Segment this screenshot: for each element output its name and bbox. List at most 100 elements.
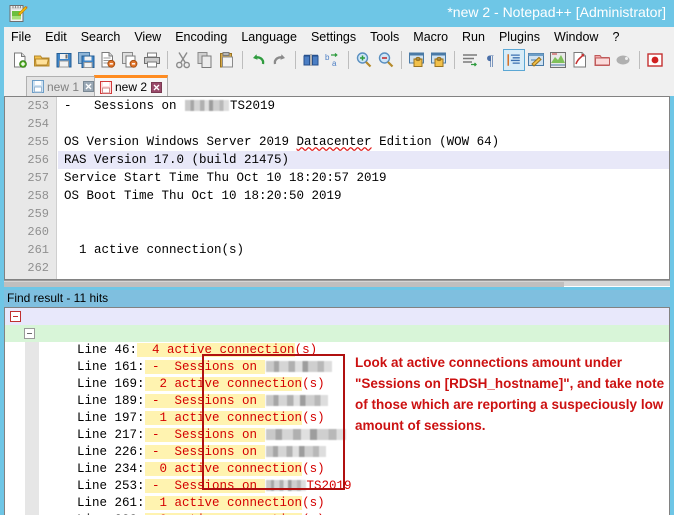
- hit-prefix: -: [144, 445, 175, 459]
- undo-icon[interactable]: [247, 49, 269, 71]
- new-file-icon[interactable]: [9, 49, 31, 71]
- menu-item-run[interactable]: Run: [455, 28, 492, 47]
- line-reference: Line 226:: [77, 445, 145, 459]
- find-result-search-row[interactable]: Search "(Sessions on|active connection)"…: [5, 308, 669, 357]
- text-editor[interactable]: 253 254 255 256 257 258 259 260 261 262 …: [4, 96, 670, 280]
- scrollbar-thumb[interactable]: [4, 282, 564, 287]
- line-reference: Line 197:: [77, 411, 145, 425]
- hit-tail: (s): [294, 343, 318, 357]
- tab-new-2[interactable]: new 2: [94, 75, 169, 96]
- word-wrap-icon[interactable]: [459, 49, 481, 71]
- zoom-out-icon[interactable]: [375, 49, 397, 71]
- menu-item-help[interactable]: ?: [605, 28, 626, 47]
- find-result-row[interactable]: Line 261: 1 active connection(s): [5, 495, 669, 512]
- menu-item-file[interactable]: File: [4, 28, 38, 47]
- line-number: 254: [27, 117, 49, 131]
- close-all-files-icon[interactable]: [119, 49, 141, 71]
- hit-prefix: -: [144, 394, 175, 408]
- hit-prefix: -: [144, 428, 175, 442]
- hit-tail: TS2019: [306, 479, 352, 493]
- misspelled-word: Datacenter: [296, 135, 372, 149]
- line-number: 253: [27, 99, 49, 113]
- separator-7: [639, 51, 640, 69]
- hit-text: active connection: [174, 496, 303, 510]
- redacted-hostname: [265, 361, 332, 373]
- hit-prefix: 1: [144, 411, 175, 425]
- show-all-characters-icon[interactable]: ¶: [481, 49, 503, 71]
- record-macro-icon[interactable]: [644, 49, 666, 71]
- hit-text: Sessions on: [174, 445, 265, 459]
- hit-prefix: -: [144, 360, 175, 374]
- line-number: 262: [27, 261, 49, 275]
- menu-item-settings[interactable]: Settings: [304, 28, 363, 47]
- hit-prefix: 4: [137, 343, 168, 357]
- row-stripe: [25, 444, 39, 461]
- code-line: Service Start Time Thu Oct 10 18:20:57 2…: [64, 171, 387, 185]
- sync-horizontal-scroll-icon[interactable]: [428, 49, 450, 71]
- menu-item-window[interactable]: Window: [547, 28, 605, 47]
- redacted-hostname: [185, 100, 230, 112]
- line-reference: Line 261:: [77, 496, 145, 510]
- notepad-plus-plus-window: *new 2 - Notepad++ [Administrator] File …: [0, 0, 674, 515]
- tab-new-1[interactable]: new 1: [26, 76, 101, 96]
- redacted-hostname: [265, 446, 326, 458]
- monitoring-icon[interactable]: [613, 49, 635, 71]
- save-icon[interactable]: [53, 49, 75, 71]
- print-icon[interactable]: [141, 49, 163, 71]
- show-indent-guide-icon[interactable]: [503, 49, 525, 71]
- hit-prefix: 1: [144, 496, 175, 510]
- copy-icon[interactable]: [194, 49, 216, 71]
- replace-icon[interactable]: b a: [322, 49, 344, 71]
- menu-item-encoding[interactable]: Encoding: [168, 28, 234, 47]
- code-line: - Sessions on TS2019: [58, 97, 669, 115]
- find-result-file-row[interactable]: new 2 (11 hits): [5, 325, 669, 374]
- menu-bar: File Edit Search View Encoding Language …: [4, 27, 674, 47]
- code-area[interactable]: - Sessions on TS2019 OS Version Windows …: [58, 97, 669, 279]
- user-defined-dialog-icon[interactable]: [525, 49, 547, 71]
- function-list-icon[interactable]: [569, 49, 591, 71]
- close-icon[interactable]: [83, 81, 95, 92]
- menu-item-view[interactable]: View: [127, 28, 168, 47]
- tool-bar: b a ¶: [4, 47, 674, 73]
- redo-icon[interactable]: [269, 49, 291, 71]
- menu-item-tools[interactable]: Tools: [363, 28, 406, 47]
- find-result-row[interactable]: Line 226: - Sessions on: [5, 444, 669, 461]
- editor-horizontal-scrollbar[interactable]: [4, 280, 670, 287]
- row-stripe: [25, 376, 39, 393]
- collapse-toggle-search[interactable]: [10, 311, 21, 322]
- hit-text: Sessions on: [174, 479, 265, 493]
- menu-item-plugins[interactable]: Plugins: [492, 28, 547, 47]
- row-stripe: [25, 427, 39, 444]
- save-all-icon[interactable]: [75, 49, 97, 71]
- window-title: *new 2 - Notepad++ [Administrator]: [447, 4, 666, 20]
- menu-item-language[interactable]: Language: [234, 28, 304, 47]
- find-result-row[interactable]: Line 253: - Sessions on TS2019: [5, 478, 669, 495]
- hit-text: active connection: [167, 343, 295, 357]
- open-file-icon[interactable]: [31, 49, 53, 71]
- sync-vertical-scroll-icon[interactable]: [406, 49, 428, 71]
- close-file-icon[interactable]: [97, 49, 119, 71]
- zoom-in-icon[interactable]: [353, 49, 375, 71]
- cut-icon[interactable]: [172, 49, 194, 71]
- separator-3: [295, 51, 296, 69]
- row-stripe: [25, 393, 39, 410]
- line-number: 258: [27, 189, 49, 203]
- menu-item-edit[interactable]: Edit: [38, 28, 74, 47]
- redacted-hostname: [265, 480, 306, 492]
- find-result-row[interactable]: Line 234: 0 active connection(s): [5, 461, 669, 478]
- line-number: 257: [27, 171, 49, 185]
- hit-tail: (s): [302, 462, 325, 476]
- row-stripe: [25, 478, 39, 495]
- find-icon[interactable]: [300, 49, 322, 71]
- folder-as-workspace-icon[interactable]: [591, 49, 613, 71]
- menu-item-search[interactable]: Search: [74, 28, 128, 47]
- paste-icon[interactable]: [216, 49, 238, 71]
- close-icon[interactable]: [151, 81, 163, 93]
- hit-text: Sessions on: [174, 394, 265, 408]
- document-map-icon[interactable]: [547, 49, 569, 71]
- collapse-toggle-file[interactable]: [24, 328, 35, 339]
- svg-text:a: a: [332, 59, 337, 68]
- menu-item-macro[interactable]: Macro: [406, 28, 455, 47]
